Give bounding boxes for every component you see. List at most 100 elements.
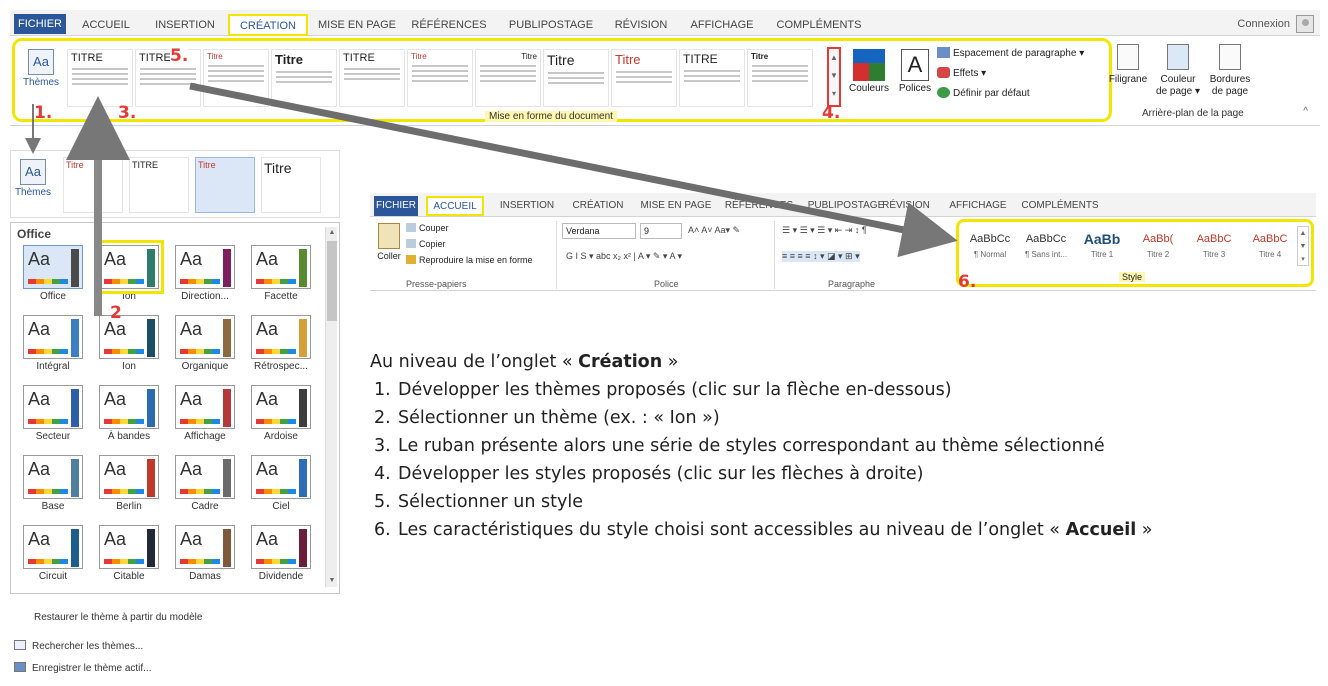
doc-style-preview[interactable]: Titre [407,49,473,107]
tab-fichier[interactable]: FICHIER [374,196,418,216]
font-name-select[interactable]: Verdana [562,223,636,239]
tab-affichage[interactable]: AFFICHAGE [944,196,1012,216]
fonts-button[interactable]: A Polices [895,45,935,105]
tab-publipostage[interactable]: PUBLIPOSTAGE [502,14,600,36]
instructions-intro: Au niveau de l’onglet « Création » [370,352,678,372]
quick-style-item[interactable]: AaBbC Titre 3 [1187,228,1241,270]
theme-tile[interactable]: Aa Base [17,455,89,515]
page-borders-button[interactable]: Bordures de page [1206,42,1254,102]
tab-accueil[interactable]: ACCUEIL [426,196,484,216]
doc-style-preview[interactable]: Titre [261,157,321,213]
themes-button[interactable]: Aa Thèmes [13,157,53,198]
theme-tile[interactable]: Aa Intégral [17,315,89,375]
doc-style-preview[interactable]: Titre [203,49,269,107]
tab-complements[interactable]: COMPLÉMENTS [1018,196,1102,216]
doc-style-preview[interactable]: Titre [611,49,677,107]
colors-icon [853,49,885,81]
theme-tile[interactable]: Aa Ion [93,240,165,305]
theme-tile[interactable]: Aa Circuit [17,525,89,585]
quick-style-item[interactable]: AaBbC Titre 4 [1243,228,1297,270]
theme-tile[interactable]: Aa Direction... [169,245,241,305]
doc-style-preview[interactable]: Titre [195,157,255,213]
doc-style-preview[interactable]: TITRE [679,49,745,107]
copy-button[interactable]: Copier [406,239,446,249]
tab-revision[interactable]: RÉVISION [608,14,674,36]
tab-creation[interactable]: CRÉATION [228,14,308,36]
tab-references[interactable]: RÉFÉRENCES [722,196,796,216]
expand-gallery-icon[interactable]: ▾ [829,85,839,103]
theme-tile[interactable]: Aa Citable [93,525,165,585]
theme-tile[interactable]: Aa À bandes [93,385,165,445]
colors-button[interactable]: Couleurs [847,45,891,105]
doc-style-preview[interactable]: Titre [543,49,609,107]
theme-preview-icon: Aa [23,315,83,359]
doc-style-preview[interactable]: Titre [271,49,337,107]
save-theme-command[interactable]: Enregistrer le thème actif... [14,662,152,674]
paste-button[interactable]: Coller [374,223,404,261]
theme-tile[interactable]: Aa Ciel [245,455,317,515]
restore-theme-command[interactable]: Restaurer le thème à partir du modèle [34,612,202,623]
font-format-icons[interactable]: G I S ▾ abc x₂ x² | A ▾ ✎ ▾ A ▾ [566,251,682,262]
tab-references[interactable]: RÉFÉRENCES [406,14,492,36]
cut-button[interactable]: Couper [406,223,449,233]
tab-fichier[interactable]: FICHIER [14,14,66,34]
set-default-button[interactable]: Définir par défaut [937,87,1030,99]
doc-style-preview[interactable]: TITRE [135,49,201,107]
paragraph-spacing-button[interactable]: Espacement de paragraphe ▾ [937,47,1084,59]
theme-tile[interactable]: Aa Dividende [245,525,317,585]
doc-style-preview[interactable]: TITRE [339,49,405,107]
theme-tile[interactable]: Aa Office [17,245,89,305]
search-themes-command[interactable]: Rechercher les thèmes... [14,640,143,652]
user-avatar-icon[interactable] [1296,15,1314,33]
scroll-down-icon[interactable]: ▼ [829,67,839,85]
theme-tile[interactable]: Aa Cadre [169,455,241,515]
tab-revision[interactable]: RÉVISION [874,196,938,216]
tab-affichage[interactable]: AFFICHAGE [682,14,762,36]
quick-style-item[interactable]: AaBbCc ¶ Sans int... [1019,228,1073,270]
theme-tile[interactable]: Aa Affichage [169,385,241,445]
effects-button[interactable]: Effets ▾ [937,67,986,79]
theme-tile[interactable]: Aa Ardoise [245,385,317,445]
gallery-scrollbar[interactable]: ▲ ▼ [325,227,337,587]
watermark-button[interactable]: Filigrane [1104,42,1152,102]
tab-mise-en-page[interactable]: MISE EN PAGE [316,14,398,36]
theme-tile[interactable]: Aa Ion [93,315,165,375]
font-size-select[interactable]: 9 [640,223,682,239]
scroll-thumb[interactable] [327,241,337,321]
connexion-link[interactable]: Connexion [1237,18,1290,30]
quick-style-item[interactable]: AaBb(Titre 2 [1131,228,1185,270]
doc-style-preview[interactable]: Titre [63,157,123,213]
tab-creation[interactable]: CRÉATION [566,196,630,216]
list-icons[interactable]: ☰ ▾ ☰ ▾ ☰ ▾ ⇤ ⇥ ↕ ¶ [782,225,867,236]
tab-mise-en-page[interactable]: MISE EN PAGE [636,196,716,216]
styles-gallery-scroll[interactable]: ▲ ▼ ▾ [827,47,841,107]
theme-tile[interactable]: Aa Damas [169,525,241,585]
scroll-up-icon[interactable]: ▲ [829,49,839,67]
format-painter-button[interactable]: Reproduire la mise en forme [406,255,533,265]
theme-palette-strip [104,419,144,424]
doc-style-preview[interactable]: Titre [475,49,541,107]
theme-tile[interactable]: Aa Secteur [17,385,89,445]
font-grow-shrink-icon[interactable]: A˄ A˅ Aa▾ ✎ [688,225,740,236]
align-icons[interactable]: ≡ ≡ ≡ ≡ ↕ ▾ ◪ ▾ ⊞ ▾ [782,251,860,262]
page-color-button[interactable]: Couleur de page ▾ [1154,42,1202,102]
tab-accueil[interactable]: ACCUEIL [74,14,138,36]
theme-tile[interactable]: Aa Berlin [93,455,165,515]
tab-complements[interactable]: COMPLÉMENTS [772,14,866,36]
theme-tile[interactable]: Aa Facette [245,245,317,305]
tab-insertion[interactable]: INSERTION [494,196,560,216]
quick-style-item[interactable]: AaBb Titre 1 [1075,228,1129,270]
scroll-down-icon[interactable]: ▼ [326,575,338,587]
doc-style-preview[interactable]: TITRE [67,49,133,107]
doc-style-preview[interactable]: Titre [747,49,813,107]
doc-style-preview[interactable]: TITRE [129,157,189,213]
quick-styles-scroll[interactable]: ▲ ▼ ▾ [1297,226,1309,266]
theme-tile[interactable]: Aa Organique [169,315,241,375]
scroll-up-icon[interactable]: ▲ [326,227,338,239]
theme-tile[interactable]: Aa Rétrospec... [245,315,317,375]
quick-style-item[interactable]: AaBbCc ¶ Normal [963,228,1017,270]
collapse-ribbon-icon[interactable]: ^ [1303,106,1308,117]
tab-insertion[interactable]: INSERTION [148,14,222,36]
quick-style-sample: AaBb [1083,231,1121,247]
themes-button[interactable]: Aa Thèmes [21,47,61,103]
